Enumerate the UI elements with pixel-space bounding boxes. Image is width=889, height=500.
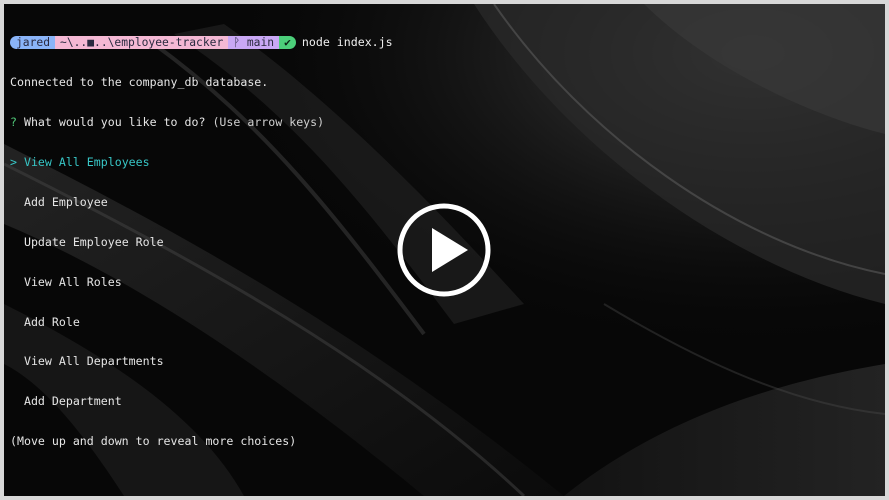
terminal-output: jared ~\..■..\employee-tracker ᚹ main ✔ … — [10, 9, 393, 475]
check-icon: ✔ — [279, 36, 296, 50]
choice-item[interactable]: View All Roles — [10, 274, 393, 289]
choice-item[interactable]: Add Employee — [10, 194, 393, 209]
choice-label: Add Employee — [23, 194, 108, 209]
question-hint: (Use arrow keys) — [212, 115, 325, 130]
prompt-question: ? What would you like to do? (Use arrow … — [10, 115, 393, 130]
choice-item[interactable]: Add Role — [10, 314, 393, 329]
typed-command: node index.js — [301, 34, 393, 49]
choice-item[interactable]: Add Department — [10, 395, 393, 408]
play-icon[interactable] — [396, 202, 492, 298]
question-text: What would you like to do? — [23, 115, 206, 130]
choice-label: View All Departments — [23, 354, 164, 369]
choice-label: Add Department — [23, 394, 122, 409]
git-branch-icon: ᚹ — [233, 36, 247, 50]
prompt-path-segment: ~\..■..\employee-tracker — [55, 36, 229, 50]
prompt-branch-name: main — [246, 36, 275, 50]
choice-label: Update Employee Role — [23, 234, 164, 249]
question-mark-icon: ? — [10, 115, 17, 130]
choice-item-selected[interactable]: > View All Employees — [10, 154, 393, 169]
choice-label: View All Employees — [23, 154, 150, 169]
shell-prompt: jared ~\..■..\employee-tracker ᚹ main ✔ … — [10, 34, 393, 50]
more-choices-hint: (Move up and down to reveal more choices… — [10, 434, 297, 449]
prompt-branch-segment: ᚹ main — [228, 36, 280, 50]
choice-item[interactable]: Update Employee Role — [10, 234, 393, 249]
prompt-user-segment: jared — [10, 36, 56, 50]
video-frame[interactable]: jared ~\..■..\employee-tracker ᚹ main ✔ … — [4, 4, 885, 496]
choice-item[interactable]: View All Departments — [10, 355, 393, 368]
connected-message: Connected to the company_db database. — [10, 75, 269, 90]
choice-label: View All Roles — [23, 274, 122, 289]
selection-pointer-icon: > — [10, 154, 17, 169]
choice-label: Add Role — [23, 314, 80, 329]
